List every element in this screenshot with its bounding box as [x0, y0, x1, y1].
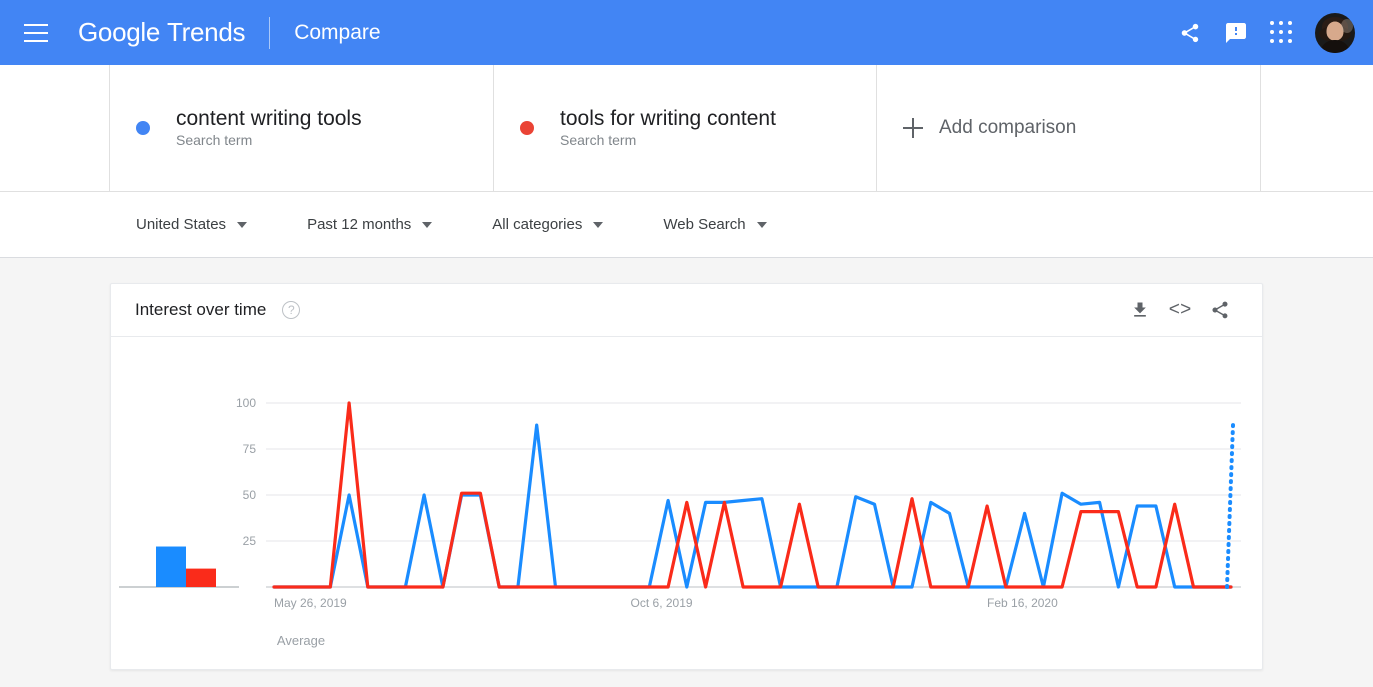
search-term-label-1: content writing tools	[176, 107, 362, 130]
card-title: Interest over time	[135, 300, 267, 319]
brand-logo[interactable]: Google Trends	[78, 17, 246, 48]
y-tick-label: 75	[243, 442, 257, 456]
help-question-icon[interactable]: ?	[282, 301, 301, 319]
filter-time-range[interactable]: Past 12 months	[307, 216, 433, 233]
filter-category[interactable]: All categories	[492, 216, 604, 233]
header-divider	[269, 16, 271, 49]
search-term-label-2: tools for writing content	[560, 107, 776, 130]
chevron-down-icon	[593, 221, 604, 228]
chart-area: 25 50 75 100 May 26, 2019 Oct 6, 2019 Feb 16, …	[111, 337, 1262, 669]
average-bar	[186, 568, 216, 587]
card-header: Interest over time ? <>	[111, 284, 1262, 337]
plus-icon	[903, 118, 923, 138]
filter-location-label: United States	[136, 216, 227, 233]
hamburger-menu-icon[interactable]	[24, 23, 48, 42]
filter-bar: United States Past 12 months All categor…	[0, 191, 1373, 258]
y-tick-label: 25	[243, 534, 257, 548]
series-color-dot-blue	[136, 121, 150, 135]
avatar[interactable]	[1315, 12, 1355, 53]
chevron-down-icon	[237, 221, 248, 228]
y-tick-label: 50	[243, 488, 257, 502]
apps-grid-dots	[1270, 20, 1294, 45]
add-comparison-button[interactable]: Add comparison	[877, 65, 1261, 191]
average-axis-label: Average	[276, 633, 326, 648]
apps-grid-icon[interactable]	[1259, 10, 1305, 56]
interest-over-time-chart[interactable]: 25 50 75 100 May 26, 2019 Oct 6, 2019 Feb 16, …	[111, 337, 1262, 669]
x-tick-label: Oct 6, 2019	[631, 596, 693, 610]
filter-category-label: All categories	[492, 216, 583, 233]
avatar-highlight	[1341, 18, 1353, 33]
chevron-down-icon	[756, 221, 767, 228]
comparison-terms-row: content writing tools Search term tools …	[0, 65, 1373, 191]
brand-trends-text: Trends	[167, 17, 246, 47]
x-tick-label: Feb 16, 2020	[987, 596, 1058, 610]
search-term-sublabel-2: Search term	[560, 132, 637, 148]
page-body: Interest over time ? <> 25 50 75 100 May 26,…	[0, 258, 1373, 687]
feedback-icon[interactable]	[1213, 10, 1259, 56]
card-actions: <>	[1120, 290, 1240, 330]
interest-over-time-card: Interest over time ? <> 25 50 75 100 May 26,…	[110, 283, 1263, 670]
terms-right-gutter	[1261, 65, 1373, 191]
average-bar	[156, 546, 186, 587]
embed-code-glyph: <>	[1168, 299, 1192, 321]
share-icon[interactable]	[1167, 10, 1213, 56]
x-tick-label: May 26, 2019	[274, 596, 347, 610]
chevron-down-icon	[422, 221, 433, 228]
filter-search-type-label: Web Search	[663, 216, 746, 233]
search-term-card-2[interactable]: tools for writing content Search term	[494, 65, 877, 191]
brand-google-text: Google	[78, 17, 161, 47]
series-color-dot-red	[520, 121, 534, 135]
y-tick-label: 100	[236, 396, 256, 410]
search-term-sublabel-1: Search term	[176, 132, 253, 148]
search-term-card-1[interactable]: content writing tools Search term	[110, 65, 494, 191]
add-comparison-label: Add comparison	[939, 117, 1077, 138]
embed-code-icon[interactable]: <>	[1160, 290, 1200, 330]
download-icon[interactable]	[1120, 290, 1160, 330]
share-icon[interactable]	[1200, 290, 1240, 330]
app-header: Google Trends Compare	[0, 0, 1373, 65]
terms-left-gutter	[0, 65, 110, 191]
filter-time-range-label: Past 12 months	[307, 216, 412, 233]
page-title: Compare	[294, 20, 381, 44]
avatar-body	[1320, 39, 1350, 53]
filter-search-type[interactable]: Web Search	[663, 216, 767, 233]
filter-location[interactable]: United States	[136, 216, 248, 233]
